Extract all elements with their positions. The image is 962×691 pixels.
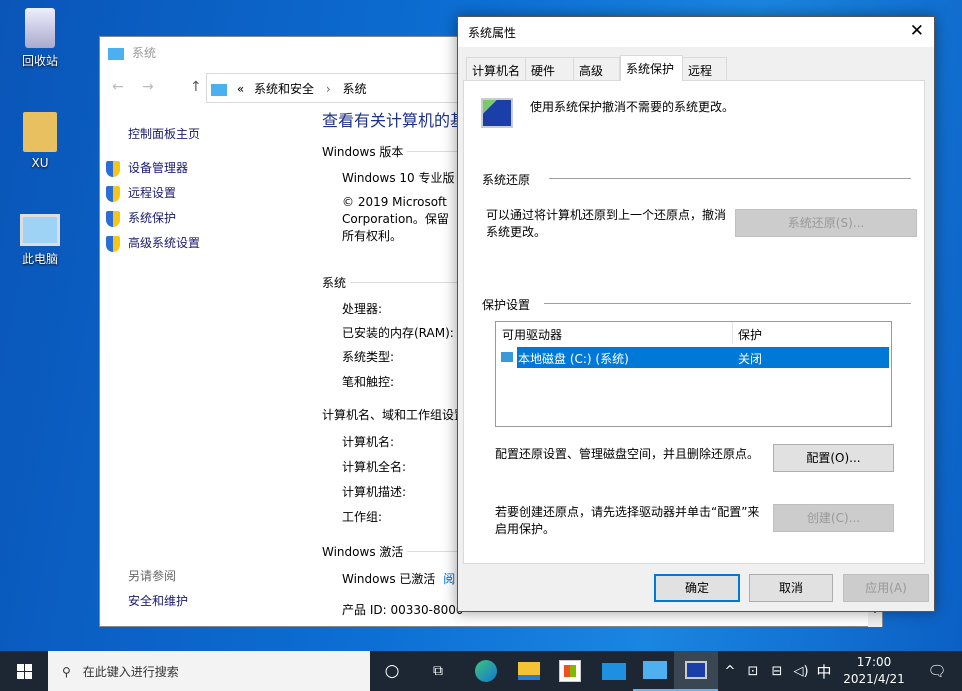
forward-button[interactable]: → xyxy=(142,79,154,95)
tab-system-protection[interactable]: 系统保护 xyxy=(620,55,683,81)
search-icon: ⚲ xyxy=(62,665,71,679)
system-properties-taskbar-icon[interactable] xyxy=(674,651,718,691)
system-restore-button[interactable]: 系统还原(S)... xyxy=(735,209,917,237)
device-manager-link[interactable]: 设备管理器 xyxy=(106,159,188,177)
create-description: 若要创建还原点，请先选择驱动器并单击“配置”来启用保护。 xyxy=(495,504,765,538)
control-panel-taskbar-icon[interactable] xyxy=(633,651,677,691)
intro-text: 使用系统保护撤消不需要的系统更改。 xyxy=(530,98,734,115)
dialog-title-bar: 系统属性 ✕ xyxy=(458,17,934,47)
security-maintenance-link[interactable]: 安全和维护 xyxy=(128,592,188,609)
mail-icon[interactable] xyxy=(592,651,636,691)
advanced-settings-link[interactable]: 高级系统设置 xyxy=(106,234,200,252)
protection-settings-group-label: 保护设置 xyxy=(482,296,530,313)
drives-list[interactable]: 可用驱动器 保护 本地磁盘 (C:) (系统) 关闭 xyxy=(495,321,892,427)
page-heading: 查看有关计算机的基 xyxy=(322,107,466,131)
edition-text: Windows 10 专业版 xyxy=(342,169,454,186)
tab-remote[interactable]: 远程 xyxy=(682,57,727,80)
column-header-drive[interactable]: 可用驱动器 xyxy=(502,326,562,343)
network-icon[interactable]: ⊟ xyxy=(766,651,788,691)
search-box[interactable]: ⚲在此键入进行搜索 xyxy=(48,651,370,691)
restore-description: 可以通过将计算机还原到上一个还原点，撤消系统更改。 xyxy=(486,207,731,241)
shield-icon xyxy=(106,211,120,227)
computer-icon xyxy=(211,84,227,96)
show-hidden-icons-button[interactable]: ^ xyxy=(720,651,740,691)
copyright-text: © 2019 Microsoft Corporation。保留所有权利。 xyxy=(342,194,457,246)
see-also-label: 另请参阅 xyxy=(128,567,176,584)
recycle-bin-icon xyxy=(25,8,55,48)
task-view-icon[interactable]: ⧉ xyxy=(416,651,460,691)
back-button[interactable]: ← xyxy=(112,79,124,95)
pen-touch-label: 笔和触控: xyxy=(342,373,394,390)
activation-link[interactable]: 阅 xyxy=(443,572,455,586)
desktop-icon-recycle-bin[interactable]: 回收站 xyxy=(10,8,70,69)
system-protection-link[interactable]: 系统保护 xyxy=(106,209,176,227)
activation-status: Windows 已激活 阅 xyxy=(342,570,455,587)
section-computer-name: 计算机名、域和工作组设置 xyxy=(322,406,458,423)
breadcrumb-system[interactable]: 系统 xyxy=(342,82,366,96)
remote-settings-link[interactable]: 远程设置 xyxy=(106,184,176,202)
system-type-label: 系统类型: xyxy=(342,348,394,365)
tab-advanced[interactable]: 高级 xyxy=(573,57,620,80)
system-restore-group-label: 系统还原 xyxy=(482,171,530,188)
notification-icon[interactable]: 🗨 xyxy=(915,651,959,691)
start-button[interactable] xyxy=(2,651,46,691)
window-title: 系统 xyxy=(108,44,156,61)
close-icon[interactable]: ✕ xyxy=(910,21,924,41)
computer-icon xyxy=(20,214,60,246)
desktop-icon-this-pc[interactable]: 此电脑 xyxy=(10,214,70,267)
product-id: 产品 ID: 00330-8000 xyxy=(342,601,464,618)
volume-icon[interactable]: ◁) xyxy=(790,651,812,691)
control-panel-home-link[interactable]: 控制面板主页 xyxy=(128,125,200,142)
desktop-icon-user[interactable]: XU xyxy=(10,112,70,170)
cancel-button[interactable]: 取消 xyxy=(749,574,833,602)
system-properties-dialog: 系统属性 ✕ 计算机名 硬件 高级 系统保护 远程 使用系统保护撤消不需要的系统… xyxy=(457,16,935,612)
computer-icon xyxy=(108,48,124,60)
scroll-down-button[interactable]: ˅ xyxy=(868,611,882,627)
configure-button[interactable]: 配置(O)... xyxy=(773,444,894,472)
section-system: 系统 xyxy=(322,274,346,291)
security-alert-icon[interactable]: ⊡ xyxy=(742,651,764,691)
drive-icon xyxy=(501,352,513,362)
workgroup-label: 工作组: xyxy=(342,508,382,525)
config-description: 配置还原设置、管理磁盘空间，并且删除还原点。 xyxy=(495,445,759,462)
section-version: Windows 版本 xyxy=(322,143,403,160)
ime-indicator[interactable]: 中 xyxy=(813,651,835,691)
column-header-protection[interactable]: 保护 xyxy=(738,326,762,343)
edge-icon[interactable] xyxy=(464,651,508,691)
up-button[interactable]: ↑ xyxy=(190,79,202,95)
windows-logo-icon xyxy=(17,664,32,679)
shield-icon xyxy=(106,186,120,202)
computer-name-label: 计算机名: xyxy=(342,433,394,450)
breadcrumb-security[interactable]: 系统和安全 xyxy=(254,82,314,96)
file-explorer-icon[interactable] xyxy=(507,651,551,691)
full-name-label: 计算机全名: xyxy=(342,458,406,475)
system-protection-panel: 使用系统保护撤消不需要的系统更改。 系统还原 可以通过将计算机还原到上一个还原点… xyxy=(463,80,925,564)
drive-row-c[interactable]: 本地磁盘 (C:) (系统) 关闭 xyxy=(517,347,889,368)
store-icon[interactable] xyxy=(548,651,592,691)
user-folder-icon xyxy=(23,112,57,152)
processor-label: 处理器: xyxy=(342,300,382,317)
clock[interactable]: 17:002021/4/21 xyxy=(838,654,910,688)
cortana-icon[interactable]: ○ xyxy=(370,651,414,691)
ram-label: 已安装的内存(RAM): xyxy=(342,324,454,341)
ok-button[interactable]: 确定 xyxy=(654,574,740,602)
taskbar: ⚲在此键入进行搜索 ○ ⧉ ^ ⊡ ⊟ ◁) 中 17:002021/4/21 … xyxy=(0,651,962,691)
section-activation: Windows 激活 xyxy=(322,543,403,560)
tab-computer-name[interactable]: 计算机名 xyxy=(466,57,526,80)
shield-icon xyxy=(106,161,120,177)
shield-icon xyxy=(106,236,120,252)
tab-hardware[interactable]: 硬件 xyxy=(525,57,574,80)
system-protection-icon xyxy=(481,98,513,128)
create-button[interactable]: 创建(C)... xyxy=(773,504,894,532)
apply-button[interactable]: 应用(A) xyxy=(843,574,929,602)
description-label: 计算机描述: xyxy=(342,483,406,500)
